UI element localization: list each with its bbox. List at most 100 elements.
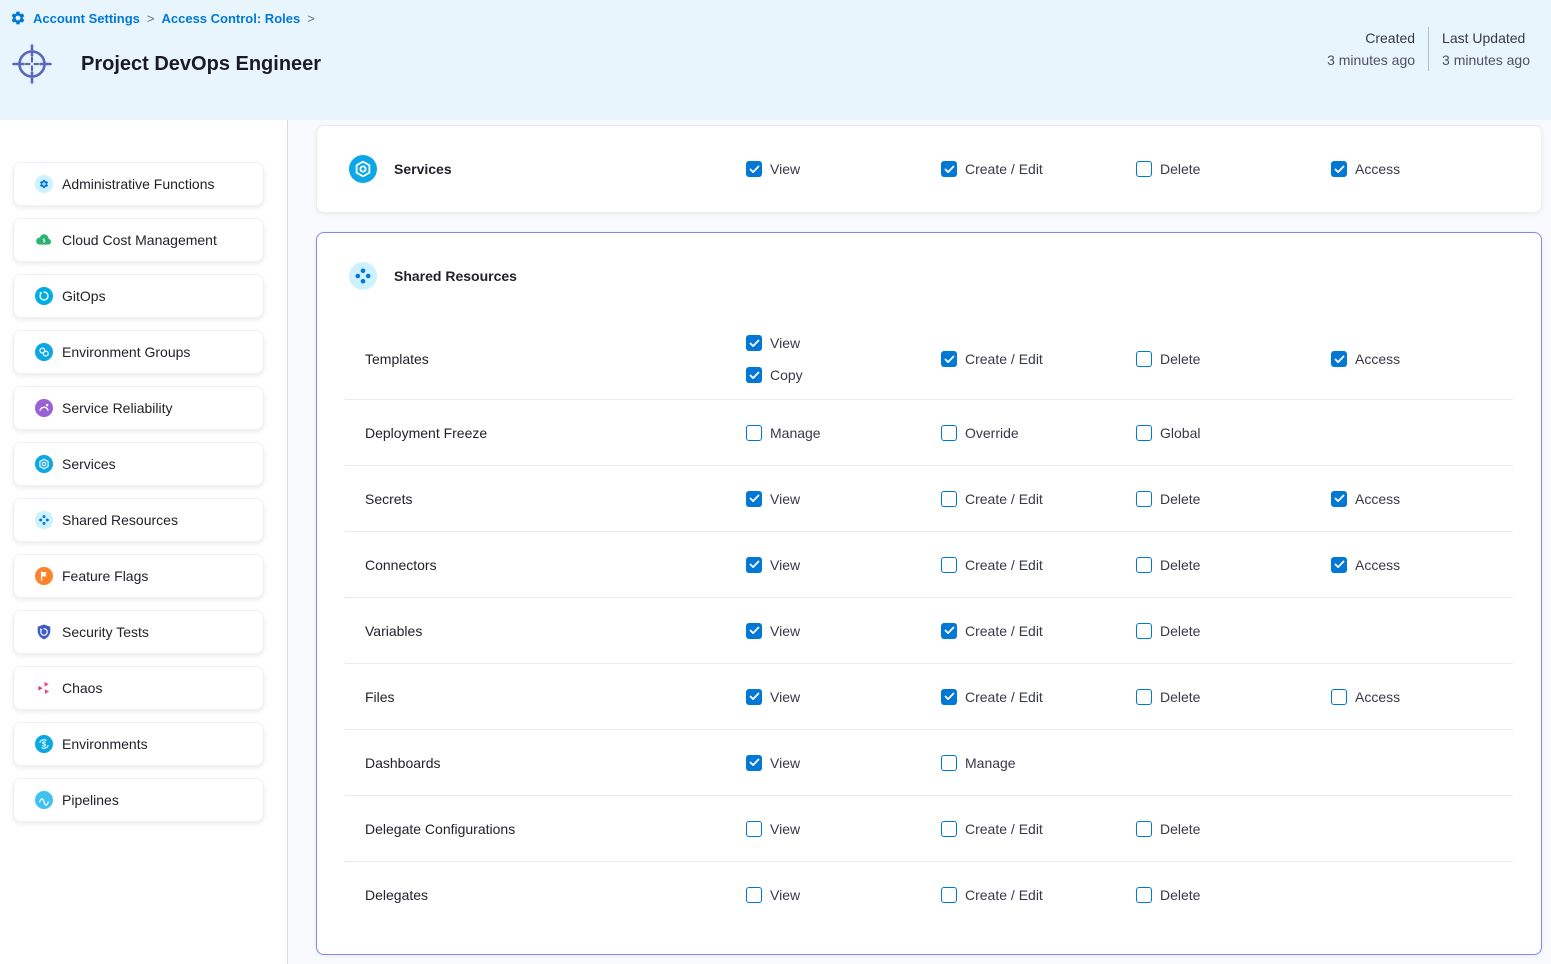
- permission-cell: Create / Edit: [941, 887, 1136, 903]
- breadcrumb-link-access-control-roles[interactable]: Access Control: Roles: [162, 11, 301, 26]
- permission-view[interactable]: View: [746, 755, 941, 771]
- permission-delete[interactable]: Delete: [1136, 689, 1331, 705]
- permission-view[interactable]: View: [746, 557, 941, 573]
- delete-checkbox[interactable]: [1136, 887, 1152, 903]
- checkbox-label: Access: [1355, 161, 1400, 177]
- permission-create-edit[interactable]: Create / Edit: [941, 689, 1136, 705]
- view-checkbox[interactable]: [746, 161, 762, 177]
- create-edit-checkbox[interactable]: [941, 689, 957, 705]
- permission-copy[interactable]: Copy: [746, 367, 941, 383]
- view-checkbox[interactable]: [746, 755, 762, 771]
- access-checkbox[interactable]: [1331, 557, 1347, 573]
- resource-row-deployment-freeze: Deployment FreezeManageOverrideGlobal: [345, 400, 1513, 466]
- checkbox-label: View: [770, 689, 800, 705]
- permission-delete[interactable]: Delete: [1136, 821, 1331, 837]
- permission-create-edit[interactable]: Create / Edit: [941, 887, 1136, 903]
- permission-delete[interactable]: Delete: [1136, 351, 1331, 367]
- sidebar-item-service-reliability[interactable]: Service Reliability: [13, 386, 264, 430]
- permission-cell: View: [746, 689, 941, 705]
- permission-view[interactable]: View: [746, 491, 941, 507]
- create-edit-checkbox[interactable]: [941, 623, 957, 639]
- view-checkbox[interactable]: [746, 821, 762, 837]
- delete-checkbox[interactable]: [1136, 623, 1152, 639]
- checkbox-label: Create / Edit: [965, 821, 1043, 837]
- create-edit-checkbox[interactable]: [941, 887, 957, 903]
- permission-global[interactable]: Global: [1136, 425, 1331, 441]
- gitops-icon: [35, 287, 53, 305]
- shared-resources-permission-card[interactable]: Shared Resources TemplatesViewCopyCreate…: [316, 232, 1542, 955]
- permission-view[interactable]: View: [746, 689, 941, 705]
- manage-checkbox[interactable]: [941, 755, 957, 771]
- permission-cell: Delete: [1136, 161, 1331, 177]
- permission-view[interactable]: View: [746, 161, 941, 177]
- access-checkbox[interactable]: [1331, 161, 1347, 177]
- create-edit-checkbox[interactable]: [941, 161, 957, 177]
- view-checkbox[interactable]: [746, 623, 762, 639]
- permission-create-edit[interactable]: Create / Edit: [941, 821, 1136, 837]
- permission-manage[interactable]: Manage: [941, 755, 1136, 771]
- create-edit-checkbox[interactable]: [941, 821, 957, 837]
- sidebar-item-security-tests[interactable]: Security Tests: [13, 610, 264, 654]
- sidebar-item-environments[interactable]: $Environments: [13, 722, 264, 766]
- manage-checkbox[interactable]: [746, 425, 762, 441]
- permission-cell: Create / Edit: [941, 161, 1136, 177]
- permission-create-edit[interactable]: Create / Edit: [941, 491, 1136, 507]
- delete-checkbox[interactable]: [1136, 161, 1152, 177]
- sidebar-item-pipelines[interactable]: Pipelines: [13, 778, 264, 822]
- create-edit-checkbox[interactable]: [941, 491, 957, 507]
- permission-view[interactable]: View: [746, 335, 941, 351]
- permission-view[interactable]: View: [746, 887, 941, 903]
- sidebar-item-cloud-cost-management[interactable]: $Cloud Cost Management: [13, 218, 264, 262]
- sidebar-item-services[interactable]: Services: [13, 442, 264, 486]
- permission-access[interactable]: Access: [1331, 557, 1513, 573]
- sidebar-item-administrative-functions[interactable]: Administrative Functions: [13, 162, 264, 206]
- create-edit-checkbox[interactable]: [941, 351, 957, 367]
- services-permission-card[interactable]: Services ViewCreate / EditDeleteAccess: [316, 125, 1542, 213]
- permission-access[interactable]: Access: [1331, 491, 1513, 507]
- permission-view[interactable]: View: [746, 623, 941, 639]
- permission-cell: Create / Edit: [941, 689, 1136, 705]
- permission-manage[interactable]: Manage: [746, 425, 941, 441]
- delete-checkbox[interactable]: [1136, 351, 1152, 367]
- delete-checkbox[interactable]: [1136, 821, 1152, 837]
- permission-delete[interactable]: Delete: [1136, 491, 1331, 507]
- permission-create-edit[interactable]: Create / Edit: [941, 161, 1136, 177]
- breadcrumb-link-account-settings[interactable]: Account Settings: [33, 11, 140, 26]
- permission-delete[interactable]: Delete: [1136, 161, 1331, 177]
- permission-access[interactable]: Access: [1331, 689, 1513, 705]
- permission-access[interactable]: Access: [1331, 161, 1541, 177]
- access-checkbox[interactable]: [1331, 351, 1347, 367]
- permission-delete[interactable]: Delete: [1136, 887, 1331, 903]
- permission-delete[interactable]: Delete: [1136, 623, 1331, 639]
- copy-checkbox[interactable]: [746, 367, 762, 383]
- view-checkbox[interactable]: [746, 335, 762, 351]
- permission-delete[interactable]: Delete: [1136, 557, 1331, 573]
- view-checkbox[interactable]: [746, 557, 762, 573]
- permission-create-edit[interactable]: Create / Edit: [941, 623, 1136, 639]
- permission-override[interactable]: Override: [941, 425, 1136, 441]
- view-checkbox[interactable]: [746, 491, 762, 507]
- last-updated-label: Last Updated: [1442, 27, 1530, 49]
- sidebar-item-feature-flags[interactable]: Feature Flags: [13, 554, 264, 598]
- permission-create-edit[interactable]: Create / Edit: [941, 351, 1136, 367]
- view-checkbox[interactable]: [746, 887, 762, 903]
- access-checkbox[interactable]: [1331, 689, 1347, 705]
- delete-checkbox[interactable]: [1136, 491, 1152, 507]
- sidebar-item-chaos[interactable]: Chaos: [13, 666, 264, 710]
- sidebar-item-gitops[interactable]: GitOps: [13, 274, 264, 318]
- delete-checkbox[interactable]: [1136, 689, 1152, 705]
- global-checkbox[interactable]: [1136, 425, 1152, 441]
- permission-view[interactable]: View: [746, 821, 941, 837]
- create-edit-checkbox[interactable]: [941, 557, 957, 573]
- delete-checkbox[interactable]: [1136, 557, 1152, 573]
- service-reliability-icon: [35, 399, 53, 417]
- override-checkbox[interactable]: [941, 425, 957, 441]
- view-checkbox[interactable]: [746, 689, 762, 705]
- checkbox-label: Delete: [1160, 689, 1200, 705]
- permission-access[interactable]: Access: [1331, 351, 1513, 367]
- resource-name: Secrets: [365, 491, 746, 507]
- permission-create-edit[interactable]: Create / Edit: [941, 557, 1136, 573]
- sidebar-item-environment-groups[interactable]: Environment Groups: [13, 330, 264, 374]
- access-checkbox[interactable]: [1331, 491, 1347, 507]
- sidebar-item-shared-resources[interactable]: Shared Resources: [13, 498, 264, 542]
